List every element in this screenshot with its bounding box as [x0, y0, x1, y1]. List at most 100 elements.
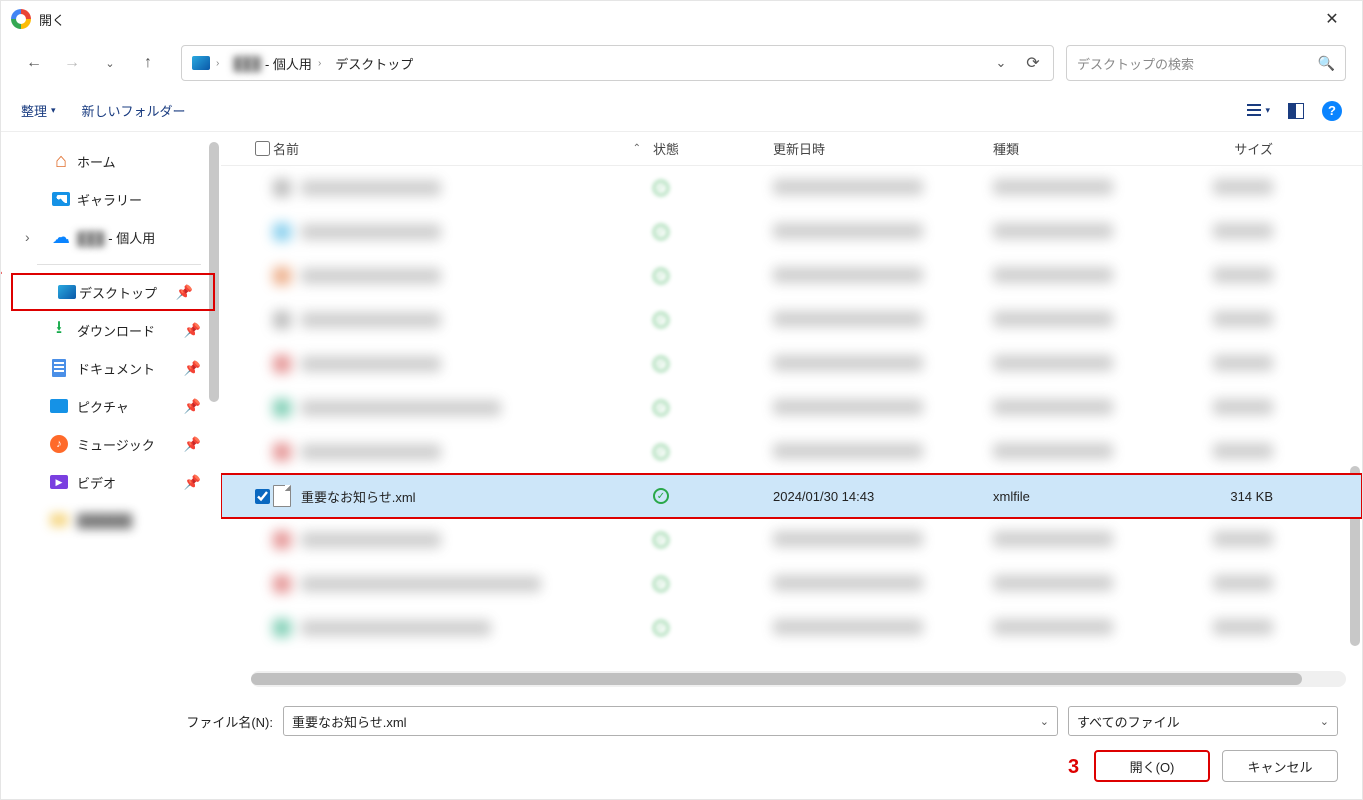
file-icon — [273, 619, 291, 637]
sort-indicator-icon: ⌃ — [633, 143, 641, 154]
sidebar-item-documents[interactable]: ドキュメント 📌 — [5, 349, 221, 387]
file-row-blurred[interactable] — [221, 166, 1362, 210]
download-icon: ⭳ — [49, 320, 69, 340]
file-list-area: 名前⌃ 状態 更新日時 種類 サイズ — [221, 132, 1362, 689]
file-row-blurred[interactable] — [221, 518, 1362, 562]
sidebar-label: ホーム — [77, 152, 116, 171]
select-all-checkbox[interactable] — [255, 141, 270, 156]
column-date[interactable]: 更新日時 — [773, 139, 993, 158]
file-icon — [273, 575, 291, 593]
desktop-icon — [58, 285, 76, 299]
window-title: 開く — [39, 10, 65, 29]
filetype-value: すべてのファイル — [1077, 712, 1320, 731]
synced-icon — [653, 488, 669, 504]
recent-locations-dropdown[interactable]: ⌄ — [93, 46, 127, 80]
pin-icon: 📌 — [184, 398, 201, 415]
file-icon — [273, 399, 291, 417]
file-row-blurred[interactable] — [221, 606, 1362, 650]
breadcrumb-root[interactable]: › — [188, 54, 225, 72]
synced-icon — [653, 224, 669, 240]
body: ホーム ギャラリー ☁ ███ - 個人用 1 デスクトップ 📌 ⭳ — [1, 131, 1362, 689]
file-row-blurred[interactable] — [221, 342, 1362, 386]
pin-icon: 📌 — [184, 322, 201, 339]
breadcrumb-current[interactable]: デスクトップ — [331, 52, 417, 75]
sidebar-item-gallery[interactable]: ギャラリー — [5, 180, 221, 218]
preview-pane-toggle[interactable] — [1288, 103, 1304, 119]
horizontal-scrollbar[interactable] — [251, 671, 1346, 687]
pictures-icon — [50, 399, 68, 413]
sidebar-label: ギャラリー — [77, 190, 142, 209]
filename-input[interactable]: 重要なお知らせ.xml ⌄ — [283, 706, 1058, 736]
file-icon — [273, 443, 291, 461]
cancel-button[interactable]: キャンセル — [1222, 750, 1338, 782]
up-button[interactable]: ↑ — [131, 46, 165, 80]
annotation-3: 3 — [1068, 756, 1079, 779]
file-date: 2024/01/30 14:43 — [773, 489, 993, 504]
column-type[interactable]: 種類 — [993, 139, 1183, 158]
sidebar-label: ビデオ — [77, 473, 116, 492]
search-input[interactable]: デスクトップの検索 🔍 — [1066, 45, 1346, 81]
synced-icon — [653, 576, 669, 592]
file-row-blurred[interactable] — [221, 386, 1362, 430]
search-placeholder: デスクトップの検索 — [1077, 54, 1318, 73]
filename-value: 重要なお知らせ.xml — [292, 712, 1040, 731]
chevron-down-icon[interactable]: ⌄ — [1320, 715, 1329, 728]
sidebar-item-pictures[interactable]: ピクチャ 📌 — [5, 387, 221, 425]
column-size[interactable]: サイズ — [1183, 139, 1293, 158]
column-status[interactable]: 状態 — [653, 139, 773, 158]
row-checkbox[interactable] — [255, 489, 270, 504]
sidebar: ホーム ギャラリー ☁ ███ - 個人用 1 デスクトップ 📌 ⭳ — [1, 132, 221, 689]
file-icon — [273, 311, 291, 329]
navbar: ← → ⌄ ↑ › ███ - 個人用› デスクトップ ⌄ ⟳ デスクトップの検… — [1, 37, 1362, 89]
pin-icon: 📌 — [184, 474, 201, 491]
sidebar-item-desktop[interactable]: デスクトップ 📌 — [11, 273, 215, 311]
file-row-selected[interactable]: 重要なお知らせ.xml 2024/01/30 14:43 xmlfile 314… — [221, 474, 1362, 518]
path-history-dropdown[interactable]: ⌄ — [987, 55, 1015, 71]
column-headers: 名前⌃ 状態 更新日時 種類 サイズ — [221, 132, 1362, 166]
open-file-dialog: 開く ✕ ← → ⌄ ↑ › ███ - 個人用› デスクトップ ⌄ ⟳ デスク… — [0, 0, 1363, 800]
synced-icon — [653, 180, 669, 196]
synced-icon — [653, 532, 669, 548]
music-icon: ♪ — [50, 435, 68, 453]
sidebar-item-videos[interactable]: ▶ ビデオ 📌 — [5, 463, 221, 501]
view-menu[interactable]: ▾ — [1247, 104, 1270, 118]
sidebar-label: デスクトップ — [79, 283, 157, 302]
help-button[interactable]: ? — [1322, 101, 1342, 121]
sidebar-item-music[interactable]: ♪ ミュージック 📌 — [5, 425, 221, 463]
file-name: 重要なお知らせ.xml — [301, 487, 416, 506]
file-row-blurred[interactable] — [221, 254, 1362, 298]
folder-icon — [50, 513, 68, 527]
blurred-username: ███ — [233, 56, 261, 71]
new-folder-button[interactable]: 新しいフォルダー — [82, 101, 186, 120]
file-row-blurred[interactable] — [221, 210, 1362, 254]
back-button[interactable]: ← — [17, 46, 51, 80]
file-icon — [273, 355, 291, 373]
forward-button[interactable]: → — [55, 46, 89, 80]
breadcrumb-user[interactable]: ███ - 個人用› — [229, 52, 327, 75]
breadcrumb-path[interactable]: › ███ - 個人用› デスクトップ ⌄ ⟳ — [181, 45, 1054, 81]
list-view-icon — [1247, 104, 1261, 118]
organize-menu[interactable]: 整理▾ — [21, 101, 56, 120]
pin-icon: 📌 — [184, 436, 201, 453]
footer: ファイル名(N): 重要なお知らせ.xml ⌄ すべてのファイル ⌄ 3 開く(… — [1, 689, 1362, 799]
pin-icon: 📌 — [184, 360, 201, 377]
synced-icon — [653, 620, 669, 636]
file-icon — [273, 223, 291, 241]
sidebar-item-home[interactable]: ホーム — [5, 142, 221, 180]
close-button[interactable]: ✕ — [1312, 4, 1352, 34]
sidebar-item-blurred[interactable]: ██████ — [5, 501, 221, 539]
sidebar-item-onedrive[interactable]: ☁ ███ - 個人用 — [5, 218, 221, 256]
open-button[interactable]: 開く(O) — [1094, 750, 1210, 782]
refresh-button[interactable]: ⟳ — [1019, 53, 1047, 73]
synced-icon — [653, 312, 669, 328]
pc-icon — [192, 56, 210, 70]
filetype-select[interactable]: すべてのファイル ⌄ — [1068, 706, 1338, 736]
file-row-blurred[interactable] — [221, 430, 1362, 474]
sidebar-item-downloads[interactable]: ⭳ ダウンロード 📌 — [5, 311, 221, 349]
annotation-1: 1 — [1, 257, 2, 280]
chevron-down-icon[interactable]: ⌄ — [1040, 715, 1049, 728]
file-row-blurred[interactable] — [221, 562, 1362, 606]
file-row-blurred[interactable] — [221, 298, 1362, 342]
column-name[interactable]: 名前⌃ — [273, 139, 653, 158]
titlebar: 開く ✕ — [1, 1, 1362, 37]
